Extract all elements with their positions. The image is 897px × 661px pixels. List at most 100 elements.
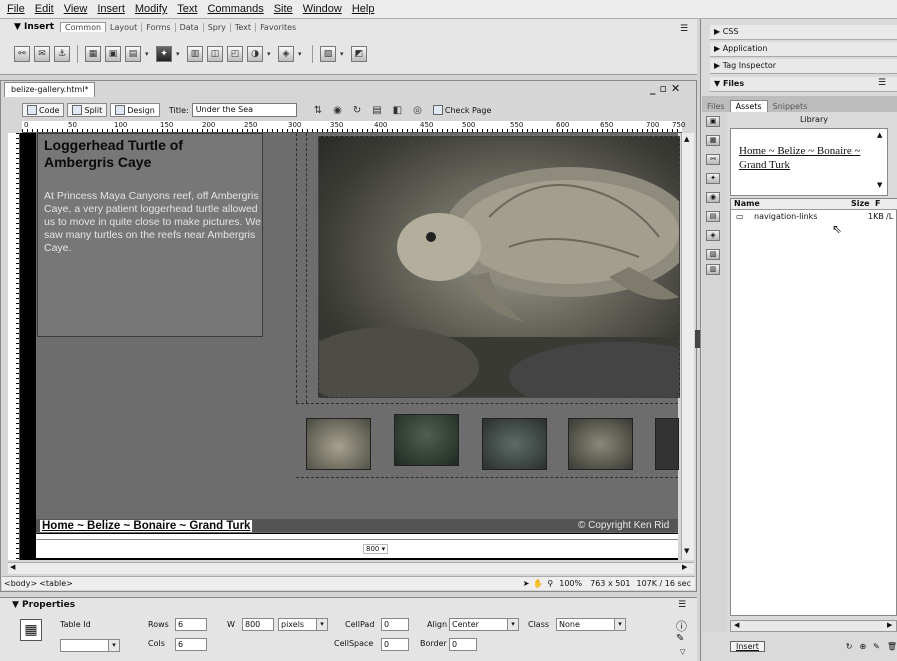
cellspace-field[interactable]: 0 — [381, 638, 409, 651]
script-icon[interactable]: ◈ — [278, 46, 294, 62]
help-icon[interactable]: ⓘ — [676, 618, 687, 634]
table-id-dropdown-icon[interactable]: ▾ — [108, 639, 120, 652]
menu-insert[interactable]: Insert — [92, 3, 130, 15]
colors-category-icon[interactable]: ▦ — [706, 135, 720, 146]
menu-text[interactable]: Text — [172, 3, 202, 15]
tab-data[interactable]: Data — [176, 22, 204, 32]
media-dropdown-icon[interactable]: ▾ — [176, 50, 183, 58]
quick-tag-editor-icon[interactable]: ✎ — [676, 633, 684, 644]
vertical-scrollbar[interactable]: ▲ ▼ — [681, 133, 694, 560]
tag-table[interactable]: <table> — [39, 579, 73, 588]
tag-chooser-icon[interactable]: ◩ — [351, 46, 367, 62]
tab-spry[interactable]: Spry — [204, 22, 231, 32]
application-panel-header[interactable]: ▶ Application — [710, 42, 897, 57]
menu-modify[interactable]: Modify — [130, 3, 172, 15]
tab-text[interactable]: Text — [231, 22, 257, 32]
turtle-photo[interactable] — [318, 136, 680, 398]
date-icon[interactable]: ▥ — [187, 46, 203, 62]
width-field[interactable]: 800 — [242, 618, 274, 631]
scripts-category-icon[interactable]: ◈ — [706, 230, 720, 241]
properties-title[interactable]: ▼ Properties — [12, 600, 75, 610]
tab-snippets[interactable]: Snippets — [768, 101, 813, 112]
tag-inspector-panel-header[interactable]: ▶ Tag Inspector — [710, 59, 897, 74]
tag-body[interactable]: <body> — [4, 579, 37, 588]
delete-icon[interactable]: 🗑 — [887, 642, 897, 651]
urls-category-icon[interactable]: ⚯ — [706, 154, 720, 165]
movies-category-icon[interactable]: ▤ — [706, 211, 720, 222]
zoom-level[interactable]: 100% — [559, 579, 582, 588]
scroll-left-icon[interactable]: ◀ — [734, 621, 739, 629]
close-icon[interactable]: ✕ — [671, 82, 684, 95]
table-width-label[interactable]: 800 ▾ — [363, 544, 389, 554]
width-unit-dropdown-icon[interactable]: ▾ — [316, 618, 328, 631]
footer-navigation-links[interactable]: Home ~ Belize ~ Bonaire ~ Grand Turk — [40, 520, 253, 532]
menu-file[interactable]: File — [2, 3, 30, 15]
image-dropdown-icon[interactable]: ▾ — [145, 50, 152, 58]
panel-options-icon[interactable]: ☰ — [680, 24, 688, 34]
hand-tool-icon[interactable]: ✋ — [533, 579, 543, 588]
split-view-button[interactable]: Split — [67, 103, 108, 117]
class-dropdown-icon[interactable]: ▾ — [614, 618, 626, 631]
tab-common[interactable]: Common — [60, 22, 107, 32]
code-view-button[interactable]: Code — [22, 103, 65, 117]
restore-icon[interactable]: ▫ — [660, 82, 671, 95]
preview-scroll-down-icon[interactable]: ▼ — [877, 181, 882, 189]
menu-view[interactable]: View — [59, 3, 93, 15]
table-icon[interactable]: ▦ — [85, 46, 101, 62]
tab-forms[interactable]: Forms — [142, 22, 176, 32]
thumbnail-turtle[interactable] — [306, 418, 371, 470]
asset-row[interactable]: ▭ navigation-links 1KB /L — [734, 212, 896, 224]
visual-aids-icon[interactable]: ◧ — [393, 105, 402, 116]
scroll-up-icon[interactable]: ▲ — [684, 135, 689, 143]
menu-site[interactable]: Site — [269, 3, 298, 15]
thumbnail-reef[interactable] — [568, 418, 633, 470]
email-link-icon[interactable]: ✉ — [34, 46, 50, 62]
edit-icon[interactable]: ✎ — [873, 642, 880, 651]
shockwave-category-icon[interactable]: ◉ — [706, 192, 720, 203]
templates-dropdown-icon[interactable]: ▾ — [340, 50, 347, 58]
layer-icon[interactable]: ▣ — [105, 46, 121, 62]
minimize-icon[interactable]: _ — [650, 82, 660, 95]
select-tool-icon[interactable]: ➤ — [523, 579, 530, 588]
full-path-column-header[interactable]: F — [875, 199, 880, 208]
preview-scroll-up-icon[interactable]: ▲ — [877, 131, 882, 139]
rows-field[interactable]: 6 — [175, 618, 207, 631]
view-options-icon[interactable]: ▤ — [372, 105, 381, 116]
head-dropdown-icon[interactable]: ▾ — [267, 50, 274, 58]
panel-options-icon[interactable]: ☰ — [878, 78, 886, 88]
document-tab[interactable]: belize-gallery.html* — [4, 82, 96, 97]
named-anchor-icon[interactable]: ⚓ — [54, 46, 70, 62]
scroll-left-icon[interactable]: ◀ — [10, 563, 15, 571]
comment-icon[interactable]: ◰ — [227, 46, 243, 62]
new-item-icon[interactable]: ⊕ — [859, 642, 866, 651]
asset-horizontal-scrollbar[interactable]: ◀ ▶ — [730, 620, 897, 632]
expand-properties-icon[interactable]: ▽ — [680, 648, 685, 656]
scroll-right-icon[interactable]: ▶ — [887, 621, 892, 629]
cellpad-field[interactable]: 0 — [381, 618, 409, 631]
cols-field[interactable]: 6 — [175, 638, 207, 651]
size-column-header[interactable]: Size — [851, 199, 870, 208]
files-panel-header[interactable]: ▼ Files — [710, 77, 897, 92]
server-side-include-icon[interactable]: ◫ — [207, 46, 223, 62]
panel-options-icon[interactable]: ☰ — [678, 600, 686, 610]
refresh-icon[interactable]: ↻ — [846, 642, 853, 651]
images-category-icon[interactable]: ▣ — [706, 116, 720, 127]
templates-category-icon[interactable]: ▧ — [706, 249, 720, 260]
css-panel-header[interactable]: ▶ CSS — [710, 25, 897, 40]
hyperlink-icon[interactable]: ⚯ — [14, 46, 30, 62]
templates-icon[interactable]: ▧ — [320, 46, 336, 62]
flash-category-icon[interactable]: ✦ — [706, 173, 720, 184]
scroll-right-icon[interactable]: ▶ — [682, 563, 687, 571]
tab-layout[interactable]: Layout — [106, 22, 143, 32]
head-icon[interactable]: ◑ — [247, 46, 263, 62]
check-page-button[interactable]: Check Page — [429, 104, 496, 116]
preview-browser-icon[interactable]: ◎ — [413, 105, 422, 116]
title-input[interactable]: Under the Sea — [191, 103, 297, 117]
menu-help[interactable]: Help — [347, 3, 380, 15]
tab-files[interactable]: Files — [702, 101, 730, 112]
zoom-tool-icon[interactable]: ⚲ — [547, 579, 553, 588]
thumbnail-fish[interactable] — [482, 418, 547, 470]
menu-edit[interactable]: Edit — [30, 3, 59, 15]
design-view-button[interactable]: Design — [110, 103, 160, 117]
insert-bar-label[interactable]: ▼ Insert — [14, 22, 54, 32]
